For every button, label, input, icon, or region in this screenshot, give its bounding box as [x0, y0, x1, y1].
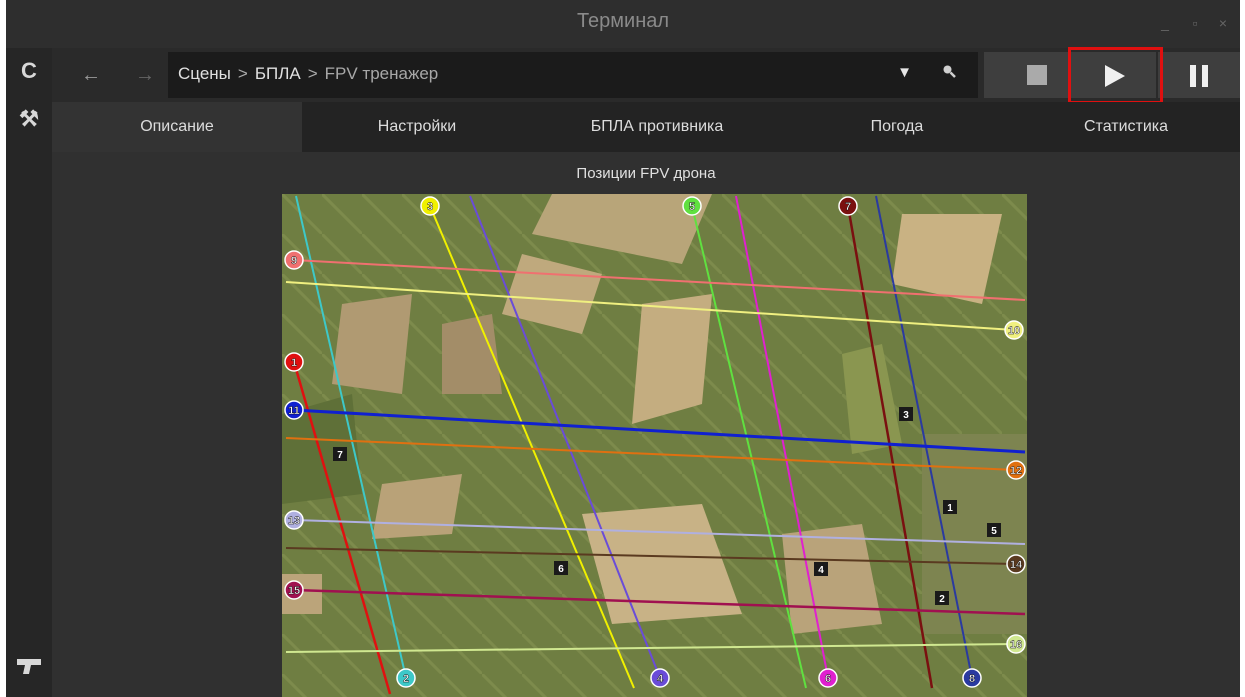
trajectory-label-7: 7	[845, 201, 851, 213]
tab-description[interactable]: Описание	[52, 102, 302, 152]
forward-arrow-icon[interactable]: →	[132, 62, 158, 88]
pause-button[interactable]	[1158, 52, 1240, 98]
trajectory-label-5: 5	[689, 201, 695, 213]
position-marker-label-7: 7	[337, 450, 343, 461]
left-toolbar: C ⚒	[6, 48, 52, 697]
position-marker-label-3: 3	[903, 410, 909, 421]
trajectory-label-14: 14	[1010, 559, 1023, 571]
tab-weather[interactable]: Погода	[782, 102, 1012, 152]
trajectory-label-16: 16	[1010, 639, 1022, 651]
play-highlight-frame	[1068, 47, 1163, 104]
position-marker-label-4: 4	[818, 565, 824, 576]
breadcrumb-item-fpv[interactable]: FPV тренажер	[325, 64, 439, 83]
maximize-button[interactable]: ▫	[1186, 14, 1204, 32]
breadcrumb-item-uav[interactable]: БПЛА	[255, 64, 301, 83]
dropdown-icon[interactable]: ▼	[897, 64, 912, 81]
terminal-window: Терминал _ ▫ × C ⚒ ← → Сцены > БПЛА > FPV тр…	[6, 0, 1240, 697]
fpv-positions-map: 1234567 1 2 3 4 5 6 7 8 9 10 11 12 13 14 15 16	[282, 194, 1027, 697]
trajectory-label-13: 13	[288, 515, 300, 527]
tab-settings[interactable]: Настройки	[302, 102, 532, 152]
trajectory-label-8: 8	[969, 673, 975, 685]
trajectory-label-15: 15	[288, 585, 300, 597]
trajectory-label-6: 6	[825, 673, 831, 685]
stop-icon	[1027, 65, 1047, 85]
minimize-button[interactable]: _	[1156, 14, 1174, 32]
refresh-icon[interactable]: C	[12, 54, 46, 88]
trajectory-label-11: 11	[288, 405, 300, 417]
trajectory-label-12: 12	[1010, 465, 1022, 477]
tab-bar: Описание Настройки БПЛА противника Погод…	[52, 102, 1240, 152]
position-marker-label-2: 2	[939, 594, 945, 605]
close-button[interactable]: ×	[1214, 14, 1232, 32]
breadcrumb: Сцены > БПЛА > FPV тренажер ▼	[168, 52, 978, 98]
trajectory-label-2: 2	[403, 673, 409, 685]
window-title: Терминал	[576, 10, 670, 32]
trajectory-label-10: 10	[1008, 325, 1020, 337]
breadcrumb-item-scenes[interactable]: Сцены	[178, 64, 231, 83]
position-marker-label-5: 5	[991, 526, 997, 537]
trajectory-label-9: 9	[291, 255, 297, 267]
position-marker-label-6: 6	[558, 564, 564, 575]
trajectory-label-3: 3	[427, 201, 433, 213]
stop-button[interactable]	[984, 52, 1068, 98]
search-icon[interactable]	[942, 64, 956, 82]
tools-icon[interactable]: ⚒	[12, 102, 46, 136]
tab-statistics[interactable]: Статистика	[1012, 102, 1240, 152]
gun-icon[interactable]	[12, 652, 46, 686]
navigation-bar: ← → Сцены > БПЛА > FPV тренажер ▼	[52, 48, 1240, 102]
back-arrow-icon[interactable]: ←	[78, 62, 104, 88]
breadcrumb-separator: >	[237, 64, 248, 83]
panel-title: Позиции FPV дрона	[576, 165, 716, 182]
position-marker-label-1: 1	[947, 503, 953, 514]
tab-enemy-uav[interactable]: БПЛА противника	[532, 102, 782, 152]
breadcrumb-separator: >	[307, 64, 318, 83]
trajectory-label-1: 1	[291, 357, 297, 369]
description-panel: Позиции FPV дрона 1 2 3 4 5 6 7 1 2 3 4 …	[52, 152, 1240, 697]
pause-icon	[1190, 65, 1196, 87]
trajectory-label-4: 4	[657, 673, 664, 685]
title-bar: Терминал _ ▫ ×	[6, 0, 1240, 48]
